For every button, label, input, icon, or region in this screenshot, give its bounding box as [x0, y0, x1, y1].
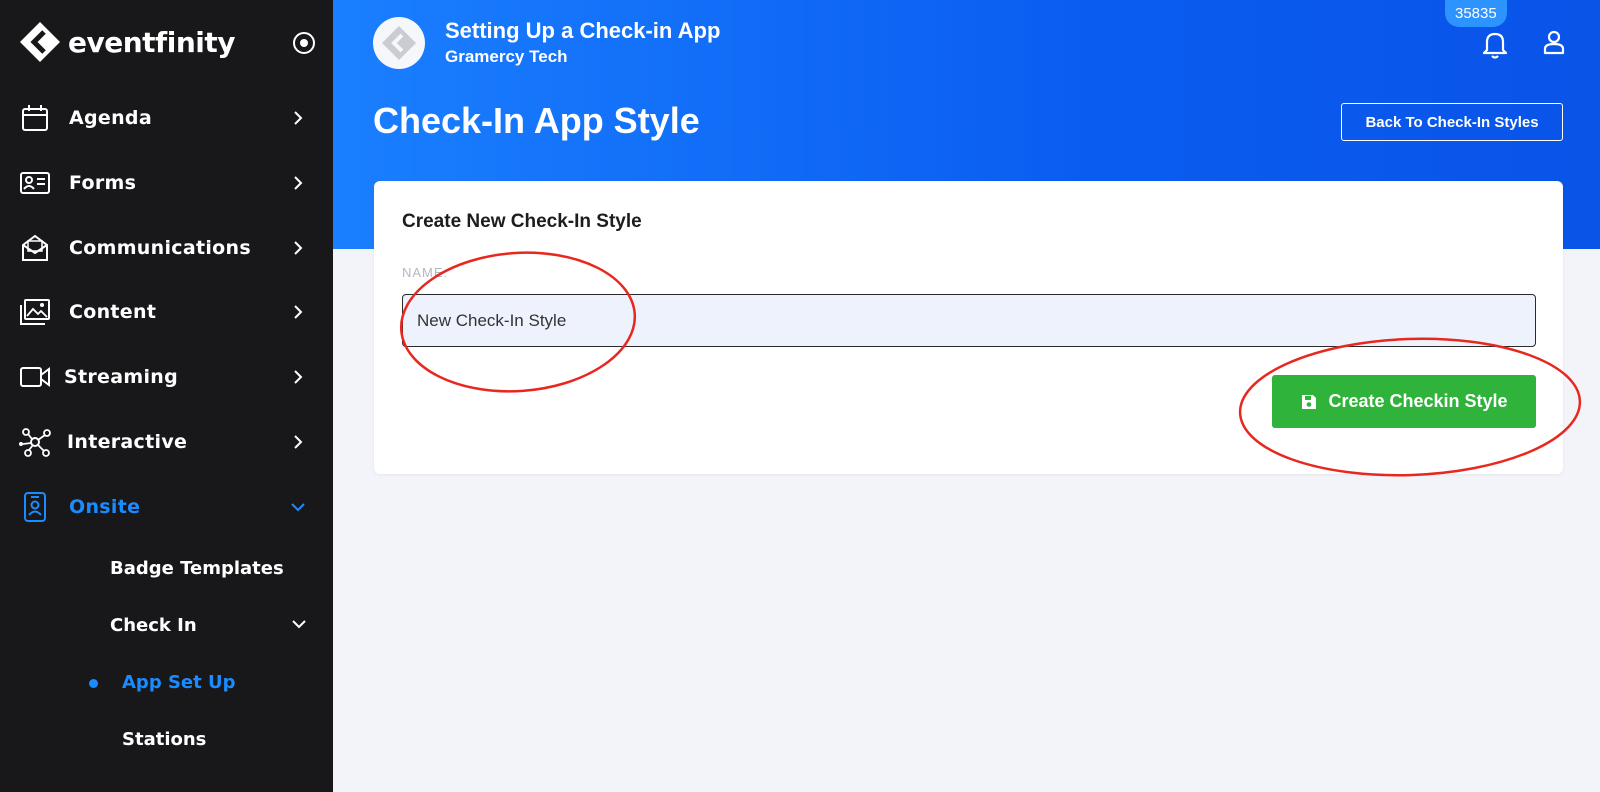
create-checkin-style-button[interactable]: Create Checkin Style — [1272, 375, 1536, 428]
chevron-down-icon — [291, 503, 305, 512]
event-title: Setting Up a Check-in App — [445, 18, 721, 43]
sidebar: eventfinity Agenda Forms Communications … — [0, 0, 333, 792]
name-field-label: NAME: — [402, 265, 449, 280]
mail-open-icon — [18, 231, 52, 265]
images-icon — [18, 295, 52, 329]
chevron-right-icon — [294, 370, 303, 384]
badge-icon — [18, 490, 52, 524]
save-icon — [1302, 394, 1317, 409]
chevron-right-icon — [294, 305, 303, 319]
chevron-right-icon — [294, 241, 303, 255]
sidebar-item-label: Forms — [69, 172, 137, 194]
card-title: Create New Check-In Style — [402, 211, 642, 232]
create-style-card: Create New Check-In Style NAME: Create C… — [374, 181, 1563, 474]
chevron-right-icon — [294, 176, 303, 190]
sidebar-item-label: Agenda — [69, 107, 152, 129]
sidebar-item-communications[interactable]: Communications — [0, 220, 333, 276]
sidebar-item-interactive[interactable]: Interactive — [0, 414, 333, 470]
chevron-down-icon[interactable] — [291, 616, 307, 632]
sidebar-item-content[interactable]: Content — [0, 284, 333, 340]
sidebar-item-onsite[interactable]: Onsite — [0, 479, 333, 535]
sidebar-item-streaming[interactable]: Streaming — [0, 349, 333, 405]
notification-count-badge: 35835 — [1445, 0, 1507, 27]
network-icon — [18, 425, 52, 459]
eventfinity-logo-icon — [382, 26, 416, 60]
sidebar-item-forms[interactable]: Forms — [0, 155, 333, 211]
back-to-check-in-styles-button[interactable]: Back To Check-In Styles — [1341, 103, 1563, 141]
event-organization: Gramercy Tech — [445, 47, 568, 66]
sidebar-item-label: Interactive — [67, 431, 188, 453]
brand[interactable]: eventfinity — [18, 20, 236, 64]
sidebar-item-label: Onsite — [69, 496, 141, 518]
id-card-icon — [18, 166, 52, 200]
user-icon[interactable] — [1540, 28, 1568, 56]
page-title: Check-In App Style — [373, 100, 700, 141]
sidebar-item-label: Streaming — [64, 366, 178, 388]
target-icon[interactable] — [292, 31, 316, 55]
sidebar-item-label: Communications — [69, 237, 251, 259]
video-camera-icon — [18, 360, 52, 394]
calendar-icon — [18, 101, 52, 135]
sidebar-subitem-check-in[interactable]: Check In — [110, 615, 197, 636]
create-button-label: Create Checkin Style — [1328, 391, 1508, 411]
sidebar-subitem-badge-templates[interactable]: Badge Templates — [110, 558, 284, 579]
style-name-input[interactable] — [402, 294, 1536, 347]
bell-icon[interactable] — [1479, 28, 1511, 60]
chevron-right-icon — [294, 435, 303, 449]
sidebar-item-label: Content — [69, 301, 157, 323]
sidebar-item-agenda[interactable]: Agenda — [0, 90, 333, 146]
eventfinity-logo-icon — [20, 22, 60, 62]
active-dot — [89, 679, 98, 688]
brand-name: eventfinity — [68, 25, 236, 59]
sidebar-subitem-stations[interactable]: Stations — [122, 729, 206, 750]
sidebar-subitem-app-set-up[interactable]: App Set Up — [122, 672, 236, 693]
chevron-right-icon — [294, 111, 303, 125]
event-logo — [373, 17, 425, 69]
